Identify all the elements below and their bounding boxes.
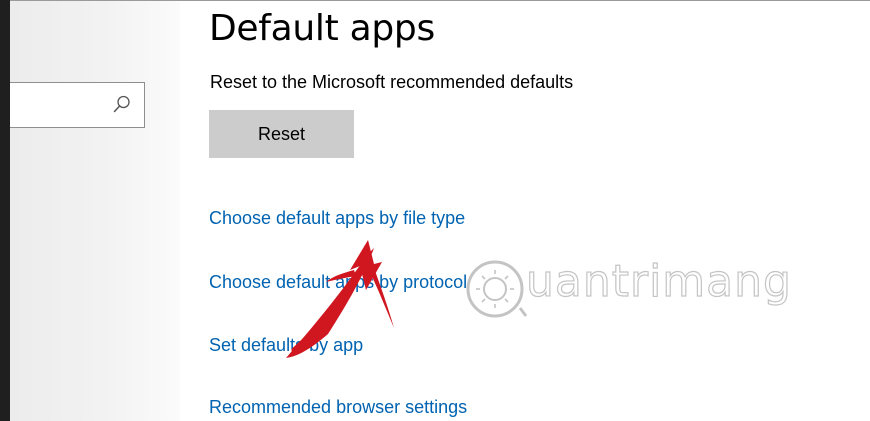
- set-defaults-by-app-link[interactable]: Set defaults by app: [209, 335, 363, 356]
- window-edge: [0, 0, 10, 421]
- reset-button[interactable]: Reset: [209, 110, 354, 158]
- main-content: Default apps Reset to the Microsoft reco…: [209, 0, 870, 421]
- choose-by-protocol-link[interactable]: Choose default apps by protocol: [209, 272, 467, 293]
- search-icon[interactable]: [112, 94, 132, 114]
- reset-description: Reset to the Microsoft recommended defau…: [210, 72, 574, 92]
- choose-by-file-type-link[interactable]: Choose default apps by file type: [209, 208, 465, 229]
- settings-sidebar: [10, 1, 180, 421]
- recommended-browser-settings-link[interactable]: Recommended browser settings: [209, 397, 467, 418]
- page-title: Default apps: [209, 8, 435, 49]
- search-input[interactable]: [10, 82, 145, 128]
